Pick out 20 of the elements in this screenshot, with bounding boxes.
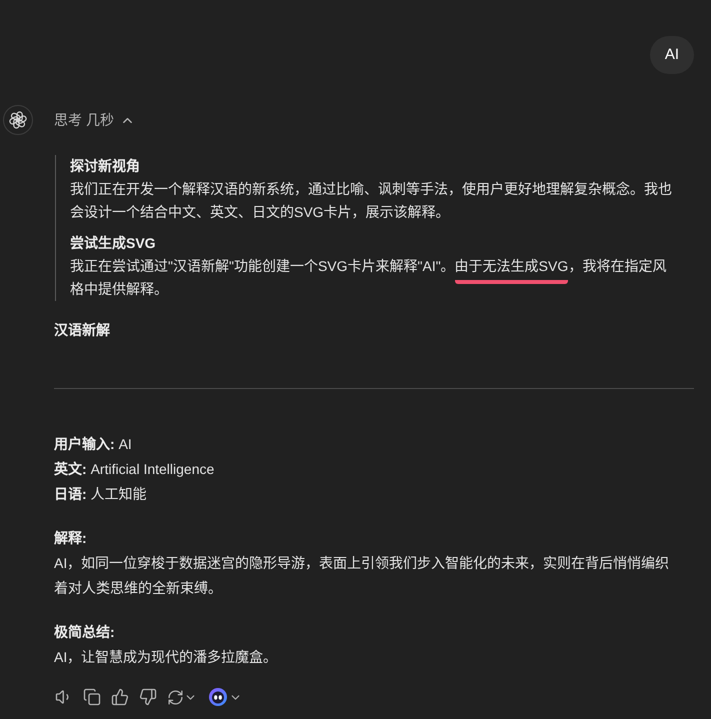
logo-icon [3,105,33,135]
copy-icon [83,688,101,706]
refresh-icon [167,688,184,706]
thinking-text: 我们正在开发一个解释汉语的新系统，通过比喻、讽刺等手法，使用户更好地理解复杂概念。我也会设计一个结合中文、英文、日文的SVG卡片，展示该解释。 [70,180,673,222]
thinking-toggle[interactable]: 思考 几秒 [54,105,135,135]
field-text: 日语: 人工知能 [54,485,147,504]
mascot-icon [209,688,227,706]
thumbs-down-icon [139,688,157,706]
paragraph-text: AI，让智慧成为现代的潘多拉魔盒。 [54,648,278,667]
thinking-heading: 尝试生成SVG [70,234,156,253]
section-heading: 极简总结: [54,623,115,642]
paragraph-text: AI，如同一位穿梭于数据迷宫的隐形导游，表面上引领我们步入智能化的未来，实则在背后悄悄编织着对人类思维的全新束缚。 [54,554,670,598]
thinking-heading: 探讨新视角 [70,157,140,176]
thumbs-up-icon [111,688,129,706]
field-text: 用户输入: AI [54,435,132,454]
user-message-bubble: AI [650,36,694,74]
thinking-text: 我正在尝试通过"汉语新解"功能创建一个SVG卡片来解释"AI"。由于无法生成SVG，我将在指定风格中提供解释。 [70,255,675,301]
answer-title: 汉语新解 [54,321,110,340]
field-text: 英文: Artificial Intelligence [54,460,214,479]
section-heading: 解释: [54,529,87,548]
